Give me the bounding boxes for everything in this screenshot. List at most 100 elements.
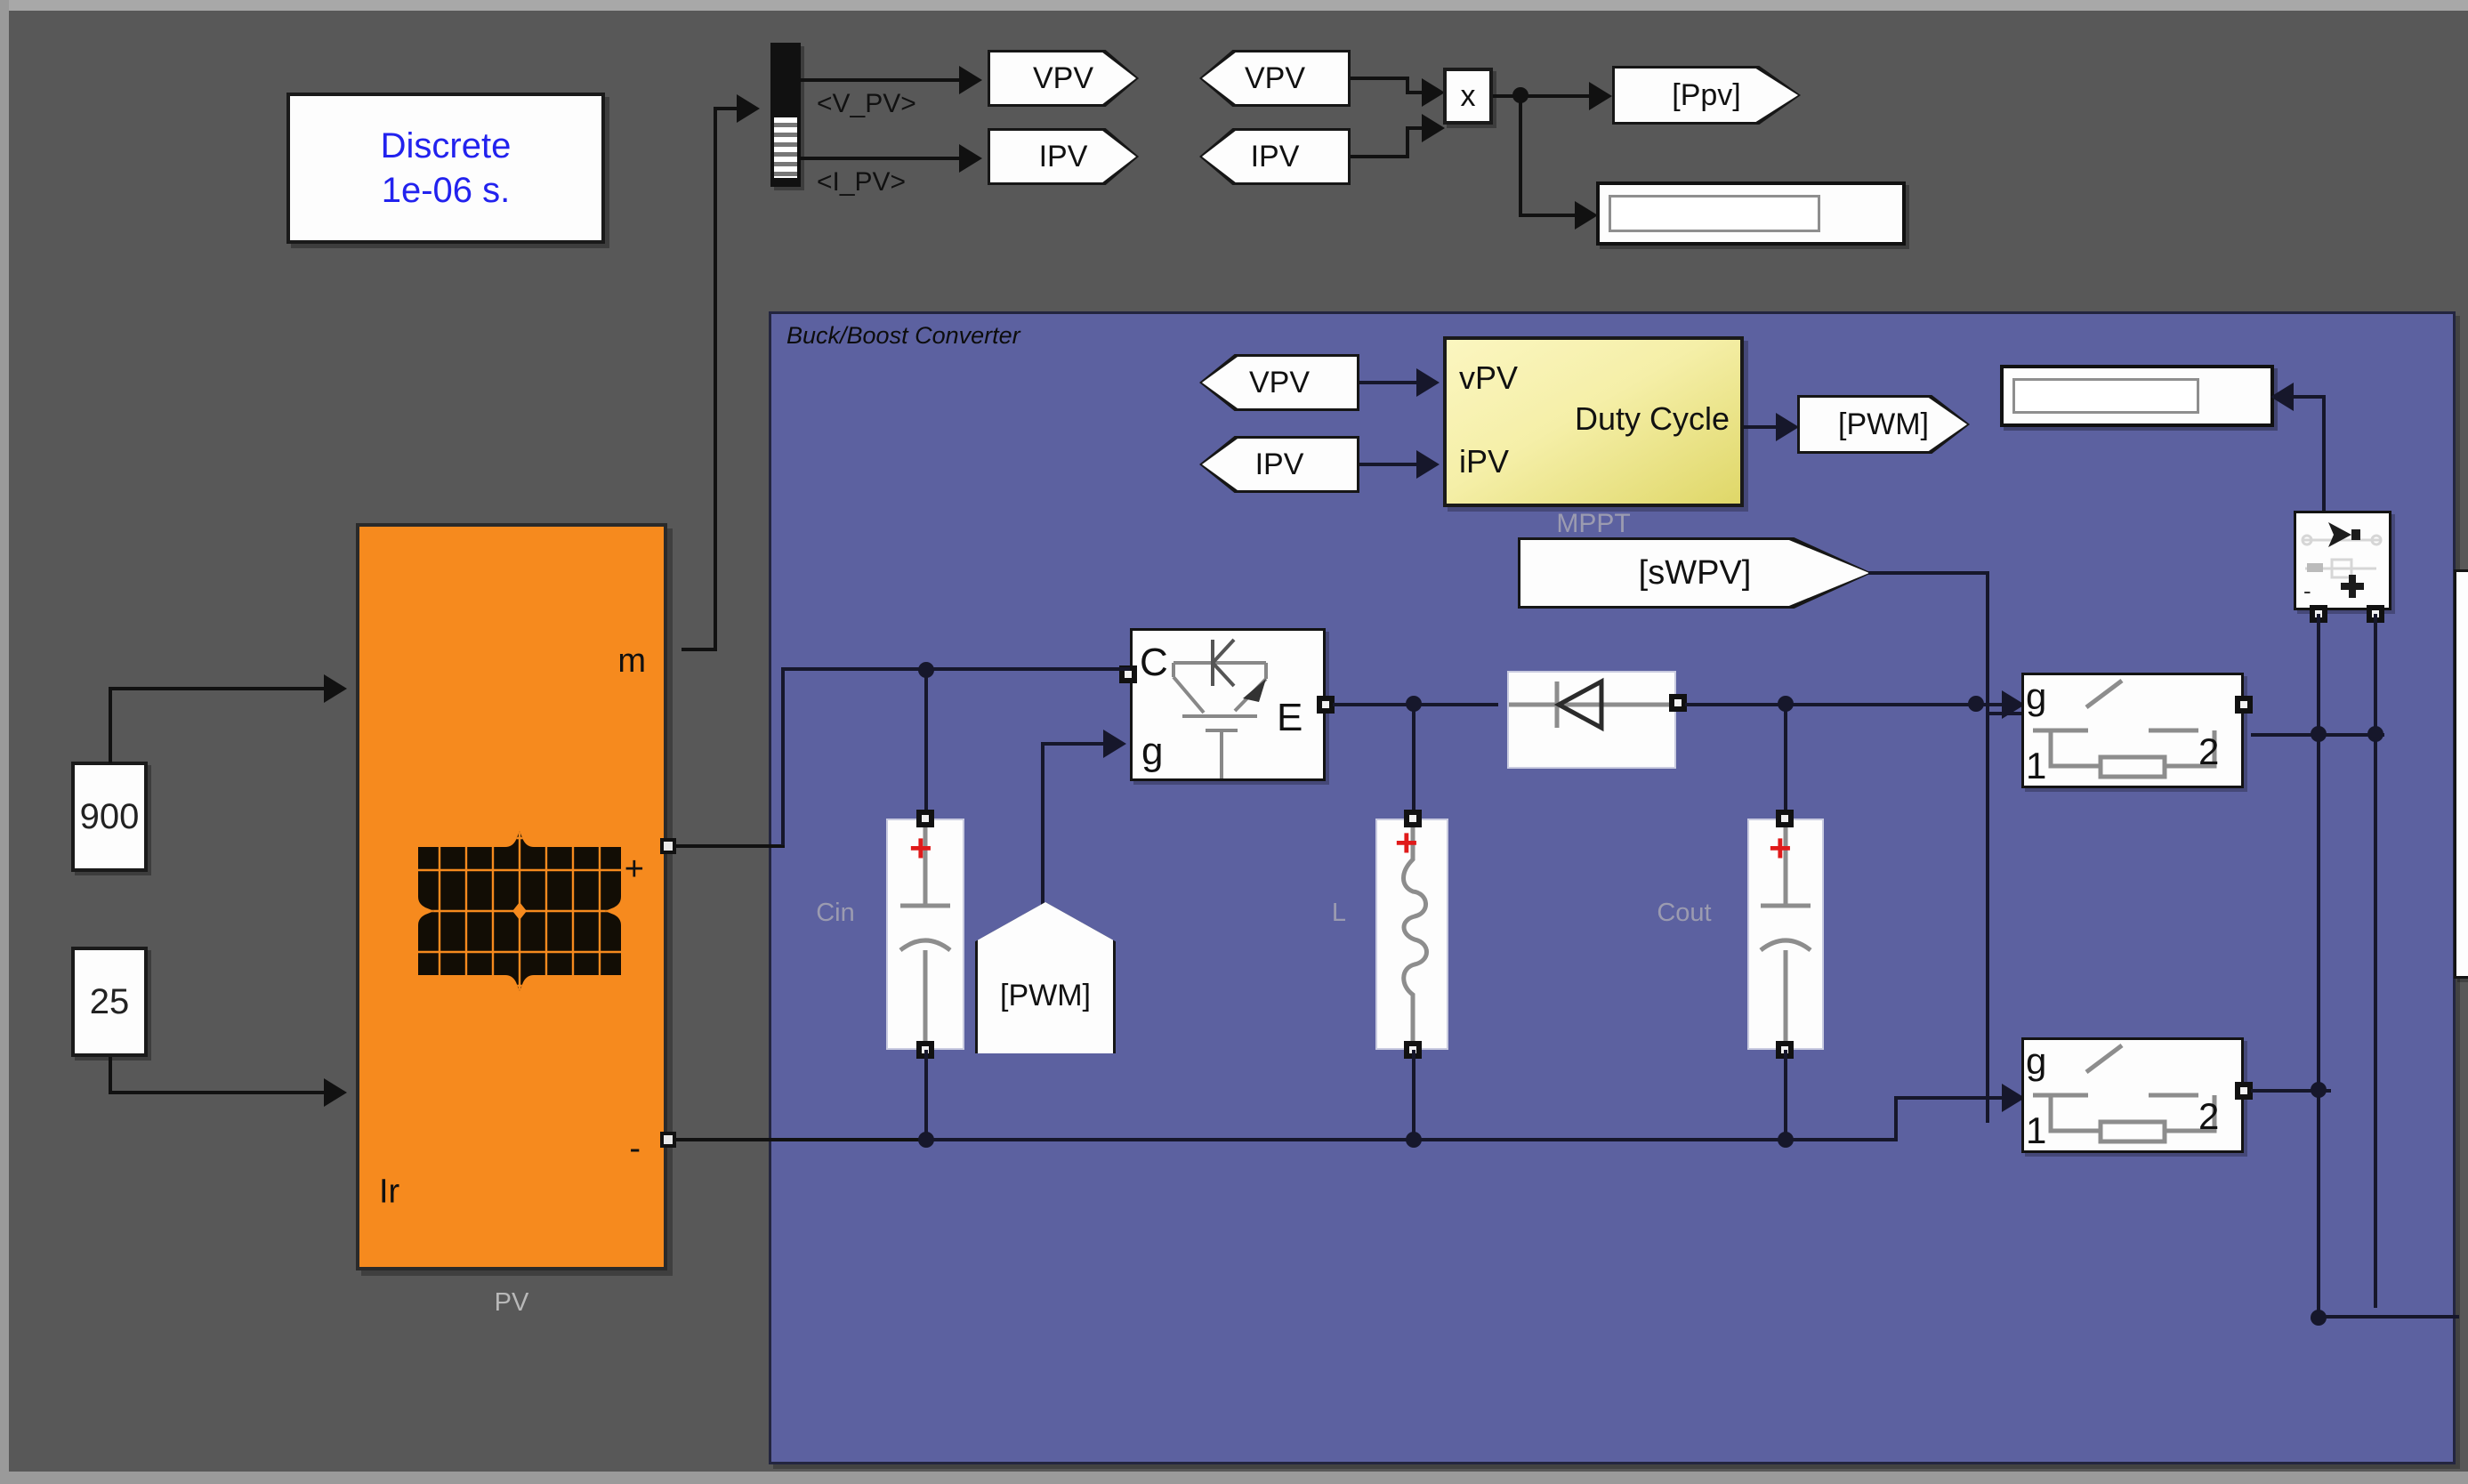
svg-text:-: - (2303, 577, 2311, 604)
svg-text:E: E (1277, 696, 1303, 739)
wire-vm-plus-down (2374, 614, 2377, 1308)
from-vpv-top-label: VPV (1202, 52, 1348, 104)
mppt-port-vpv: vPV (1459, 359, 1519, 396)
wire-bottomrail (924, 1138, 1898, 1141)
wire-ipv-mppt (1359, 463, 1424, 466)
solver-configuration-block[interactable]: Discrete 1e-06 s. (286, 93, 605, 244)
simulink-canvas[interactable]: Buck/Boost Converter Discrete 1e-06 s. <… (0, 0, 2468, 1484)
signal-label-vpv: <V_PV> (817, 89, 916, 118)
svg-text:1: 1 (2026, 745, 2046, 786)
arrow-vpv-goto (959, 66, 982, 94)
arrow-pv-ir (324, 674, 347, 703)
wire-cin-bottom-v (924, 1050, 928, 1139)
pv-port-label-m: m (617, 642, 646, 680)
wire-swpv-to-breaker1-gate (1986, 712, 2021, 715)
wire-product-to-display (1519, 214, 1581, 217)
goto-vpv-label: VPV (990, 52, 1136, 104)
capacitor-cin-caption: Cin (816, 899, 855, 927)
wire-bottom-right (2317, 1315, 2459, 1319)
pv-array-block[interactable]: Ir T m + - (356, 523, 667, 1270)
wire-bottomrail-up (1894, 1096, 1898, 1141)
pv-port-label-minus: - (629, 1130, 641, 1167)
temperature-constant-value: 25 (89, 981, 130, 1021)
wire-gate-h (1041, 742, 1109, 746)
wire-cout-bottom-v (1784, 1050, 1787, 1139)
wire-toprail-1 (931, 667, 1130, 671)
mppt-block-caption: MPPT (1556, 509, 1631, 538)
goto-ipv-label: IPV (990, 131, 1136, 182)
wire-rail-down (2317, 733, 2320, 1317)
arrow-pwm-goto-in (1776, 413, 1799, 441)
pv-block-caption: PV (494, 1288, 529, 1317)
breaker-2-port-2 (2235, 1082, 2253, 1100)
svg-text:C: C (1140, 641, 1168, 684)
wire-ir-v (109, 687, 112, 763)
product-label: x (1460, 78, 1476, 113)
goto-swpv-label: [sWPV] (1520, 540, 1869, 606)
goto-vpv-block[interactable]: VPV (988, 50, 1139, 107)
wire-display-conv-v (2322, 395, 2326, 516)
wire-fromvpv-prod (1351, 77, 1409, 80)
temperature-constant-block[interactable]: 25 (71, 947, 148, 1057)
wire-product-down (1519, 94, 1522, 217)
wire-pvplus-top (781, 667, 931, 671)
solver-line-1: Discrete (380, 126, 512, 165)
capacitor-cout-caption: Cout (1657, 899, 1712, 927)
partial-right-block[interactable] (2454, 569, 2468, 979)
arrow-pv-t (324, 1078, 347, 1107)
capacitor-cout-port-top (1776, 810, 1794, 827)
wire-cin-top-v (924, 667, 928, 820)
arrow-display-conv-in (2270, 383, 2294, 411)
goto-pwm-label: [PWM] (1800, 398, 1967, 451)
wire-to-breaker1 (1890, 703, 2020, 706)
pv-port-minus (660, 1132, 676, 1148)
window-left-edge (0, 0, 9, 1484)
pv-port-label-plus: + (624, 851, 644, 888)
breaker-1-block[interactable]: g 1 2 (2021, 673, 2244, 788)
display-power-value (1609, 195, 1820, 232)
display-power-block[interactable] (1596, 181, 1906, 246)
from-ipv-top-label: IPV (1202, 131, 1348, 182)
signal-label-ipv: <I_PV> (817, 167, 907, 197)
pv-port-label-ir: Ir (379, 1173, 400, 1211)
mppt-subsystem-block[interactable]: vPV iPV Duty Cycle (1443, 336, 1744, 507)
display-converter-block[interactable] (2000, 365, 2274, 427)
wire-L-bottom-v (1412, 1050, 1415, 1139)
breaker-2-block[interactable]: g 1 2 (2021, 1037, 2244, 1153)
bus-selector-block[interactable] (770, 43, 801, 187)
wire-t-h (109, 1091, 326, 1094)
wire-t-v (109, 1057, 112, 1094)
svg-text:g: g (1141, 730, 1163, 773)
capacitor-cin-port-top (916, 810, 934, 827)
irradiance-constant-value: 900 (79, 796, 140, 836)
inductor-l-caption: L (1331, 899, 1347, 927)
product-block[interactable]: x (1443, 68, 1493, 125)
from-vpv-top-block[interactable]: VPV (1199, 50, 1351, 107)
subsystem-title: Buck/Boost Converter (786, 322, 1020, 349)
wire-vpv-out (801, 78, 961, 82)
goto-ppv-label: [Ppv] (1615, 69, 1798, 122)
wire-cout-top-v (1784, 703, 1787, 820)
voltage-measurement-block[interactable]: - (2294, 511, 2391, 610)
wire-fromipv-prod (1351, 155, 1409, 158)
wire-vm-minus-down (2317, 614, 2320, 733)
irradiance-constant-block[interactable]: 900 (71, 762, 148, 872)
igbt-diode-block[interactable]: C E g (1130, 628, 1326, 781)
arrow-display-power-in (1575, 201, 1598, 230)
diode-block[interactable] (1507, 671, 1676, 769)
goto-ppv-block[interactable]: [Ppv] (1612, 66, 1801, 125)
arrow-bus-in (737, 94, 760, 123)
inductor-l-polarity: + (1395, 821, 1418, 865)
goto-ipv-block[interactable]: IPV (988, 128, 1139, 185)
wire-fromipv-prod-v (1406, 126, 1409, 158)
solver-line-2: 1e-06 s. (381, 171, 511, 210)
arrow-ppv-goto (1589, 82, 1612, 110)
svg-text:g: g (2026, 1040, 2046, 1082)
wire-pvplus-v (781, 667, 785, 845)
window-bottom-edge (0, 1472, 2468, 1484)
from-ipv-top-block[interactable]: IPV (1199, 128, 1351, 185)
wire-m-to-bus-h (682, 648, 717, 651)
arrow-mppt-ipv-in (1416, 450, 1440, 479)
wire-L-top-v (1412, 703, 1415, 820)
wire-bottomrail-to-breaker2 (1894, 1096, 2019, 1100)
